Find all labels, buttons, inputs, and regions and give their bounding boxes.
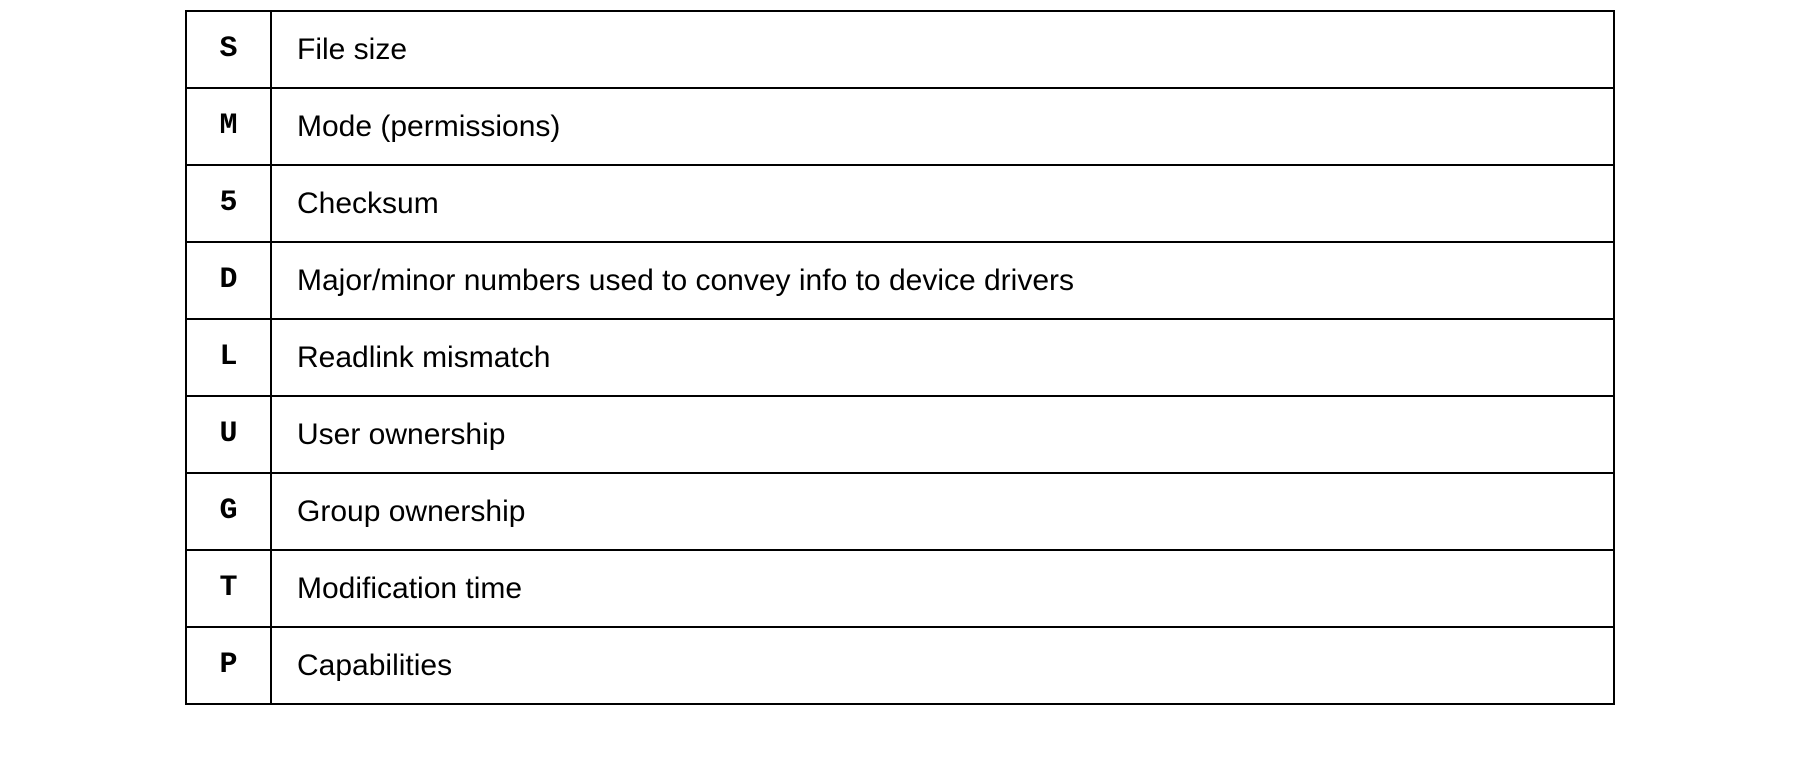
description-cell: Mode (permissions)	[271, 88, 1614, 165]
table-row: L Readlink mismatch	[186, 319, 1614, 396]
description-cell: Capabilities	[271, 627, 1614, 704]
code-cell: T	[186, 550, 271, 627]
description-cell: Major/minor numbers used to convey info …	[271, 242, 1614, 319]
description-cell: Group ownership	[271, 473, 1614, 550]
description-cell: Checksum	[271, 165, 1614, 242]
table-row: U User ownership	[186, 396, 1614, 473]
table-row: D Major/minor numbers used to convey inf…	[186, 242, 1614, 319]
code-cell: 5	[186, 165, 271, 242]
description-cell: User ownership	[271, 396, 1614, 473]
verification-codes-table: S File size M Mode (permissions) 5 Check…	[185, 10, 1615, 705]
table-row: 5 Checksum	[186, 165, 1614, 242]
table-row: P Capabilities	[186, 627, 1614, 704]
description-cell: Readlink mismatch	[271, 319, 1614, 396]
table-row: M Mode (permissions)	[186, 88, 1614, 165]
table-row: G Group ownership	[186, 473, 1614, 550]
code-cell: D	[186, 242, 271, 319]
code-cell: S	[186, 11, 271, 88]
code-cell: U	[186, 396, 271, 473]
description-cell: Modification time	[271, 550, 1614, 627]
code-cell: G	[186, 473, 271, 550]
code-cell: M	[186, 88, 271, 165]
table-row: S File size	[186, 11, 1614, 88]
code-cell: P	[186, 627, 271, 704]
table-row: T Modification time	[186, 550, 1614, 627]
description-cell: File size	[271, 11, 1614, 88]
code-cell: L	[186, 319, 271, 396]
